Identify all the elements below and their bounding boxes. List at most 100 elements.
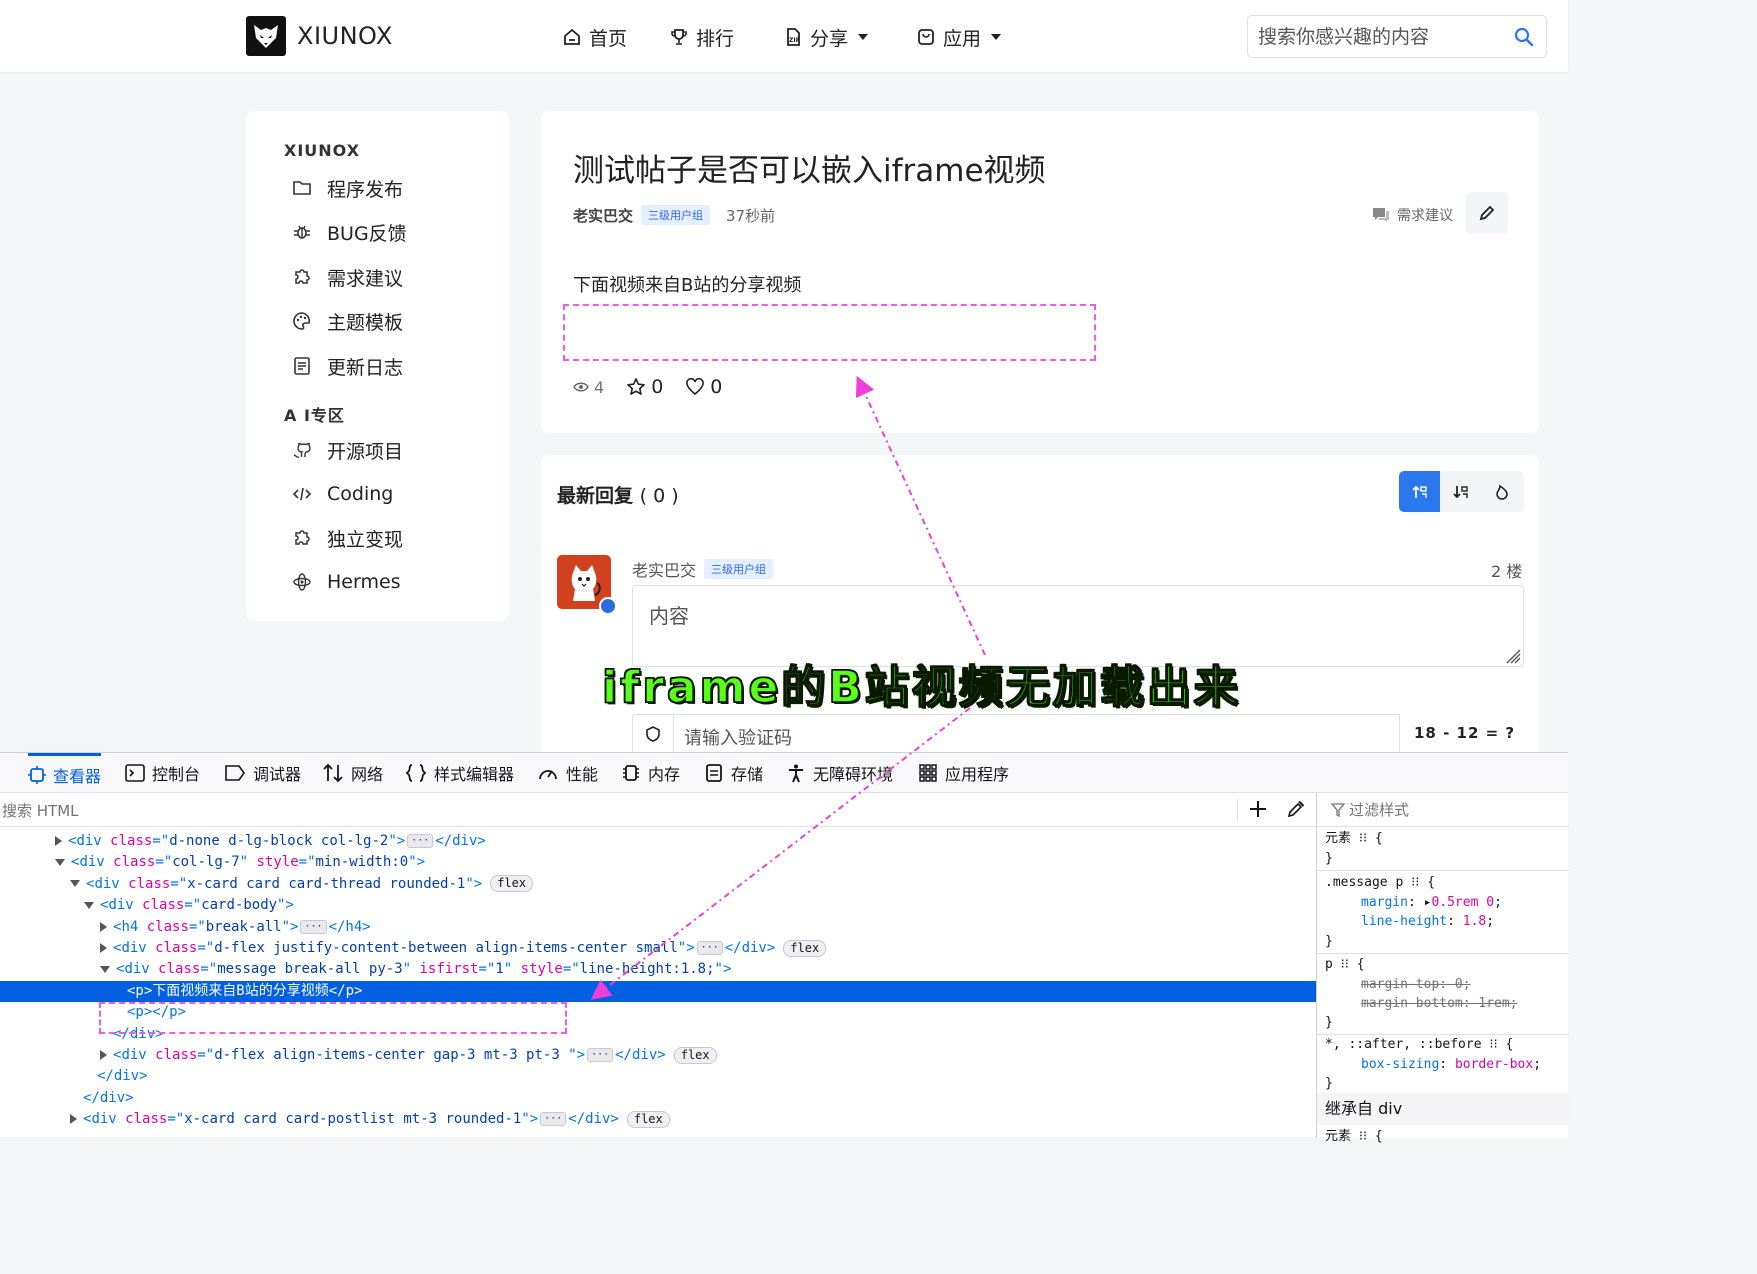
- tab-network[interactable]: 网络: [322, 753, 383, 793]
- bug-icon: [294, 225, 310, 239]
- post-meta: 老实巴交 三级用户组 37秒前: [573, 203, 775, 227]
- rule-close: }: [1325, 1015, 1333, 1030]
- like-button[interactable]: 0: [685, 376, 722, 398]
- brand-name[interactable]: XIUNOX: [297, 22, 393, 50]
- sidebar-item-changelog[interactable]: 更新日志: [292, 351, 403, 381]
- views-count: 4: [594, 377, 605, 397]
- chat-bubble-icon: [1373, 208, 1389, 222]
- sidebar-item-coding[interactable]: Coding: [292, 479, 393, 509]
- tree-node[interactable]: <div class="d-flex align-items-center ga…: [0, 1045, 1316, 1066]
- rule-element-inherited[interactable]: 元素 ⁝⁝ {: [1325, 1127, 1383, 1147]
- reply-author-line: 老实巴交 三级用户组: [632, 557, 774, 581]
- sidebar-item-releases[interactable]: 程序发布: [292, 173, 403, 203]
- post-category[interactable]: 需求建议: [1371, 203, 1453, 227]
- tree-node[interactable]: <div class="message break-all py-3" isfi…: [0, 959, 1316, 980]
- puzzle-icon: [295, 269, 310, 284]
- user-status-icon: [599, 597, 617, 615]
- html-search-input[interactable]: 搜索 HTML: [2, 800, 79, 821]
- tree-node[interactable]: <div class="x-card card card-postlist mt…: [0, 1109, 1316, 1130]
- add-node-icon[interactable]: [1248, 799, 1268, 819]
- sort-hot-button[interactable]: [1481, 471, 1522, 512]
- tab-accessibility[interactable]: 无障碍环境: [786, 753, 893, 793]
- rule-prop-box-sizing[interactable]: box-sizing: border-box;: [1361, 1055, 1541, 1075]
- eyedropper-icon[interactable]: [1286, 799, 1306, 819]
- nav-home[interactable]: 首页: [563, 24, 627, 50]
- nav-share[interactable]: ZIP 分享: [784, 24, 869, 50]
- sidebar-item-opensource[interactable]: 开源项目: [292, 435, 403, 465]
- reply-author[interactable]: 老实巴交: [632, 557, 696, 581]
- sidebar-item-bug[interactable]: BUG反馈: [292, 217, 407, 247]
- sidebar-item-themes[interactable]: 主题模板: [292, 306, 403, 336]
- edit-button[interactable]: [1466, 192, 1508, 234]
- post-author[interactable]: 老实巴交: [573, 205, 633, 226]
- tab-console[interactable]: 控制台: [125, 753, 200, 793]
- tree-node[interactable]: <h4 class="break-all"> ··· </h4>: [0, 917, 1316, 938]
- rule-prop-margin[interactable]: margin: ▸0.5rem 0;: [1361, 893, 1502, 913]
- tab-memory[interactable]: 内存: [621, 753, 680, 793]
- sidebar-item-label: 需求建议: [327, 267, 404, 290]
- filter-icon: [1331, 802, 1345, 817]
- user-group-badge: 三级用户组: [704, 559, 774, 579]
- network-icon: [323, 763, 343, 783]
- nav-apps[interactable]: 应用: [917, 24, 1002, 50]
- tab-inspector[interactable]: 查看器: [28, 753, 102, 793]
- folder-icon: [293, 181, 311, 195]
- captcha-placeholder: 请输入验证码: [684, 728, 792, 749]
- rule-close: }: [1325, 1076, 1333, 1091]
- nav-ranking-label: 排行: [696, 27, 735, 50]
- rule-divider: [1317, 870, 1569, 871]
- tree-node[interactable]: <div class="d-none d-lg-block col-lg-2">…: [0, 831, 1316, 852]
- resize-handle-icon[interactable]: [1503, 646, 1521, 664]
- tree-node[interactable]: </div>: [0, 1088, 1316, 1109]
- rule-prop-overridden[interactable]: margin-bottom: 1rem;: [1361, 994, 1518, 1014]
- tab-debugger[interactable]: 调试器: [224, 753, 301, 793]
- tree-node[interactable]: <div class="col-lg-7" style="min-width:0…: [0, 852, 1316, 873]
- filter-styles-input[interactable]: 过滤样式: [1317, 793, 1569, 827]
- trophy-icon: [671, 29, 687, 45]
- post-body-text: 下面视频来自B站的分享视频: [573, 275, 802, 296]
- html-search-row: 搜索 HTML: [0, 793, 1316, 827]
- rule-message-p[interactable]: .message p ⁝⁝ {: [1325, 873, 1435, 893]
- replies-heading: 最新回复 ( 0 ): [557, 481, 679, 508]
- post-time: 37秒前: [726, 206, 776, 225]
- sidebar-item-monetize[interactable]: 独立变现: [292, 523, 403, 553]
- captcha-image[interactable]: 18 - 12 = ?: [1414, 724, 1515, 742]
- tab-label: 内存: [648, 765, 681, 784]
- sort-newest-button[interactable]: [1399, 471, 1440, 512]
- accessibility-icon: [789, 764, 803, 783]
- captcha-row: 请输入验证码 18 - 12 = ?: [632, 714, 1524, 754]
- tree-node[interactable]: <div class="d-flex justify-content-betwe…: [0, 938, 1316, 959]
- rule-p[interactable]: p ⁝⁝ {: [1325, 955, 1365, 975]
- empty-iframe-highlight: [563, 304, 1096, 361]
- sidebar-item-suggestions[interactable]: 需求建议: [292, 262, 403, 292]
- captcha-input[interactable]: 请输入验证码: [673, 714, 1400, 754]
- star-button[interactable]: 0: [626, 376, 663, 398]
- tree-node[interactable]: <div class="card-body">: [0, 895, 1316, 916]
- tree-node[interactable]: </div>: [0, 1066, 1316, 1087]
- tab-storage[interactable]: 存储: [704, 753, 763, 793]
- search-icon[interactable]: [1514, 27, 1534, 47]
- sidebar-item-hermes[interactable]: Hermes: [292, 567, 401, 597]
- avatar[interactable]: [557, 555, 617, 615]
- top-navbar: XIUNOX 首页 排行 ZIP 分享 应用: [0, 0, 1568, 72]
- sort-oldest-button[interactable]: [1440, 471, 1481, 512]
- rule-element[interactable]: 元素 ⁝⁝ {: [1325, 829, 1383, 849]
- rule-universal[interactable]: *, ::after, ::before ⁝⁝ {: [1325, 1035, 1513, 1055]
- tab-style-editor[interactable]: 样式编辑器: [405, 753, 514, 793]
- logo-icon[interactable]: [246, 16, 286, 56]
- star-icon: [627, 378, 645, 395]
- tab-application[interactable]: 应用程序: [918, 753, 1009, 793]
- nav-ranking[interactable]: 排行: [670, 24, 734, 50]
- tree-node-selected[interactable]: <p>下面视频来自B站的分享视频</p>: [0, 980, 1316, 1003]
- post-stats: 4 0 0: [573, 375, 744, 399]
- tab-performance[interactable]: 性能: [537, 753, 598, 793]
- palette-icon: [293, 312, 311, 330]
- tab-label: 网络: [351, 765, 384, 784]
- rule-prop-overridden[interactable]: margin-top: 0;: [1361, 975, 1471, 995]
- sidebar-item-label: Hermes: [327, 571, 401, 593]
- nav-apps-label: 应用: [943, 27, 982, 50]
- search-input[interactable]: [1258, 24, 1503, 50]
- tree-node[interactable]: <div class="x-card card card-thread roun…: [0, 874, 1316, 895]
- sidebar-item-label: 主题模板: [327, 311, 404, 334]
- rule-prop-line-height[interactable]: line-height: 1.8;: [1361, 912, 1494, 932]
